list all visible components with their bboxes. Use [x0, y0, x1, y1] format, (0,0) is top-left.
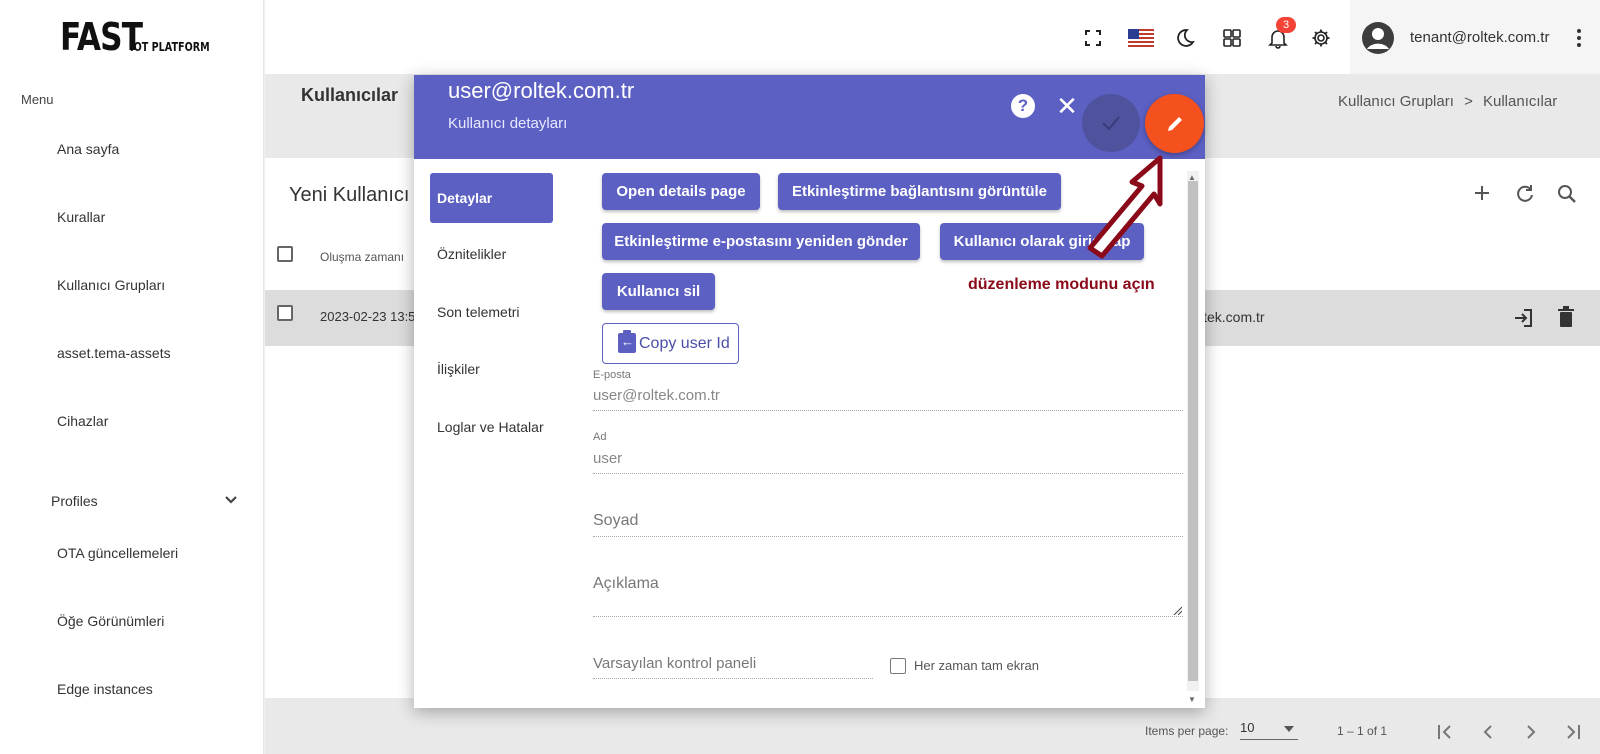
breadcrumb: Kullanıcı Grupları > Kullanıcılar	[1338, 93, 1557, 110]
tab-latest-telemetry[interactable]: Son telemetri	[437, 304, 519, 320]
show-activation-link-button[interactable]: Etkinleştirme bağlantısını görüntüle	[778, 173, 1061, 210]
close-icon[interactable]: ✕	[1054, 93, 1080, 119]
tab-details[interactable]: Detaylar	[430, 173, 553, 223]
last-page-icon[interactable]	[1564, 723, 1582, 741]
sidebar: FAST IOT PLATFORM Menu Ana sayfa Kuralla…	[0, 0, 264, 754]
page-title: Kullanıcılar	[301, 85, 399, 105]
sidebar-item-devices[interactable]: Cihazlar	[57, 413, 108, 429]
column-header-created[interactable]: Oluşma zamanı	[320, 250, 404, 264]
copy-user-id-button[interactable]: Copy user Id	[602, 323, 739, 364]
help-icon[interactable]: ?	[1011, 94, 1035, 118]
resize-handle-icon[interactable]	[1172, 605, 1182, 615]
first-page-icon[interactable]	[1436, 723, 1454, 741]
items-per-page-value: 10	[1240, 720, 1255, 735]
last-name-underline	[593, 536, 1183, 537]
notification-badge: 3	[1276, 17, 1296, 33]
table-title: Yeni Kullanıcı	[289, 184, 410, 206]
user-email: tenant@roltek.com.tr	[1410, 29, 1550, 46]
avatar-icon	[1362, 22, 1394, 54]
menu-label: Menu	[21, 92, 54, 107]
dialog-subtitle: Kullanıcı detayları	[448, 115, 568, 132]
annotation-arrow-icon	[1087, 155, 1163, 259]
chevron-down-icon[interactable]	[224, 493, 238, 507]
sidebar-item-widgets[interactable]: Öğe Görünümleri	[57, 613, 164, 629]
first-name-field[interactable]: user	[593, 450, 622, 467]
email-field[interactable]: user@roltek.com.tr	[593, 387, 720, 404]
delete-icon[interactable]	[1557, 306, 1575, 328]
sidebar-item-rules[interactable]: Kurallar	[57, 209, 105, 225]
sidebar-item-assets[interactable]: asset.tema-assets	[57, 345, 171, 361]
scrollbar-thumb[interactable]	[1188, 181, 1198, 681]
tab-attributes[interactable]: Öznitelikler	[437, 246, 506, 262]
first-name-label: Ad	[593, 431, 607, 443]
logo-main: FAST	[60, 15, 143, 59]
select-all-checkbox[interactable]	[277, 246, 293, 262]
email-field-label: E-posta	[593, 369, 631, 381]
logo-sub: IOT PLATFORM	[130, 40, 210, 54]
last-name-field[interactable]: Soyad	[593, 512, 638, 530]
annotation-text: düzenleme modunu açın	[968, 276, 1155, 293]
sidebar-item-user-groups[interactable]: Kullanıcı Grupları	[57, 277, 165, 293]
items-per-page-select[interactable]: 10	[1240, 720, 1298, 740]
items-per-page-label: Items per page:	[1145, 724, 1229, 738]
cell-created-time: 2023-02-23 13:5	[320, 309, 416, 324]
language-flag-icon[interactable]	[1127, 27, 1155, 49]
refresh-icon[interactable]	[1515, 184, 1535, 204]
more-vert-icon[interactable]	[1576, 28, 1582, 48]
dropdown-arrow-icon	[1284, 726, 1294, 732]
sidebar-item-profiles[interactable]: Profiles	[51, 493, 98, 509]
row-checkbox[interactable]	[277, 305, 293, 321]
add-icon[interactable]	[1474, 185, 1490, 201]
prev-page-icon[interactable]	[1479, 723, 1497, 741]
breadcrumb-separator: >	[1464, 93, 1473, 110]
dialog-title: user@roltek.com.tr	[448, 78, 635, 103]
settings-gear-icon[interactable]	[1310, 27, 1332, 49]
delete-user-button[interactable]: Kullanıcı sil	[602, 273, 715, 310]
apps-grid-icon[interactable]	[1221, 27, 1243, 49]
tab-logs-errors[interactable]: Loglar ve Hatalar	[437, 419, 544, 435]
pencil-icon	[1167, 116, 1182, 131]
description-field[interactable]: Açıklama	[593, 575, 659, 593]
default-dashboard-field[interactable]: Varsayılan kontrol paneli	[593, 655, 756, 672]
first-name-underline	[593, 473, 1183, 474]
resend-activation-button[interactable]: Etkinleştirme e-postasını yeniden gönder	[602, 223, 920, 260]
breadcrumb-item-users: Kullanıcılar	[1483, 93, 1558, 110]
sidebar-item-ota[interactable]: OTA güncellemeleri	[57, 545, 178, 561]
scroll-up-icon[interactable]: ▲	[1188, 173, 1196, 182]
sidebar-item-edge[interactable]: Edge instances	[57, 681, 153, 697]
email-field-underline	[593, 410, 1183, 411]
scroll-down-icon[interactable]: ▼	[1188, 695, 1196, 704]
fullscreen-icon[interactable]	[1082, 27, 1104, 49]
always-fullscreen-checkbox[interactable]	[890, 658, 906, 674]
cell-email: ltek.com.tr	[1200, 309, 1265, 325]
sidebar-item-home[interactable]: Ana sayfa	[57, 141, 119, 157]
check-icon	[1102, 116, 1120, 131]
default-dashboard-underline	[593, 678, 873, 679]
always-fullscreen-label: Her zaman tam ekran	[914, 658, 1039, 673]
open-details-button[interactable]: Open details page	[602, 173, 760, 210]
pagination-range: 1 – 1 of 1	[1337, 724, 1388, 738]
logo[interactable]: FAST IOT PLATFORM	[60, 18, 230, 56]
dark-mode-icon[interactable]	[1174, 27, 1196, 49]
clipboard-icon	[618, 330, 636, 353]
next-page-icon[interactable]	[1522, 723, 1540, 741]
tab-relations[interactable]: İlişkiler	[437, 361, 480, 377]
breadcrumb-item-user-groups[interactable]: Kullanıcı Grupları	[1338, 93, 1454, 110]
search-icon[interactable]	[1557, 184, 1577, 204]
login-icon[interactable]	[1513, 307, 1535, 329]
copy-user-id-label: Copy user Id	[639, 335, 730, 352]
description-underline	[593, 616, 1183, 617]
